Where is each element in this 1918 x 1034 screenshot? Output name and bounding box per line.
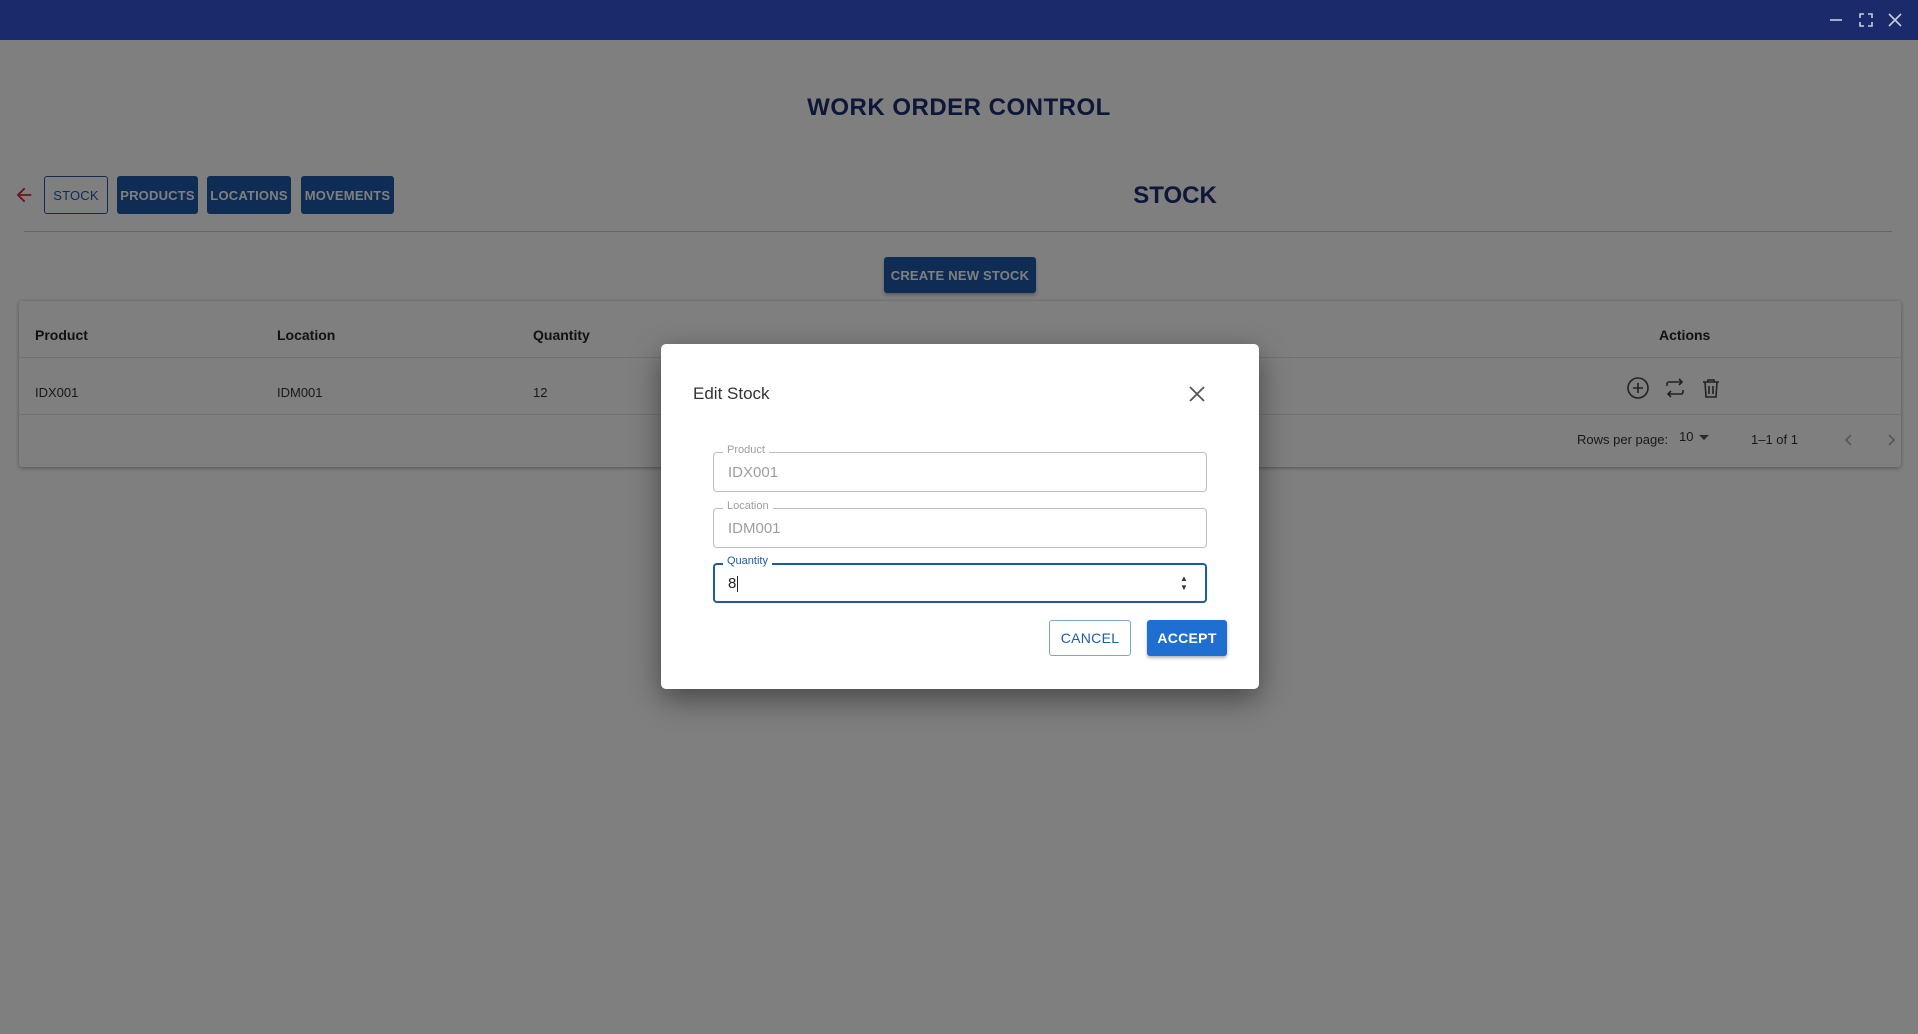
product-field-label: Product <box>723 444 769 456</box>
cancel-button[interactable]: CANCEL <box>1049 620 1131 656</box>
quantity-input-value: 8 <box>728 575 737 592</box>
product-field: Product IDX001 <box>713 444 1207 492</box>
maximize-icon[interactable] <box>1854 8 1878 32</box>
location-field: Location IDM001 <box>713 500 1207 548</box>
product-field-value: IDX001 <box>728 464 779 481</box>
location-field-label: Location <box>723 500 773 512</box>
quantity-field-label: Quantity <box>723 555 772 567</box>
minimize-icon[interactable] <box>1824 8 1848 32</box>
stepper-down-icon[interactable]: ▼ <box>1180 583 1188 592</box>
window-titlebar <box>0 0 1918 40</box>
close-icon[interactable] <box>1883 8 1907 32</box>
accept-button[interactable]: ACCEPT <box>1147 620 1227 656</box>
quantity-stepper[interactable]: ▲ ▼ <box>1177 573 1191 593</box>
quantity-input[interactable]: 8 <box>728 575 739 593</box>
text-caret <box>737 576 739 593</box>
quantity-field[interactable]: Quantity 8 ▲ ▼ <box>713 555 1207 603</box>
location-field-value: IDM001 <box>728 520 781 537</box>
dialog-title: Edit Stock <box>693 384 770 403</box>
close-icon[interactable] <box>1183 380 1211 408</box>
edit-stock-dialog: Edit Stock Product IDX001 Location IDM00… <box>661 344 1259 689</box>
stepper-up-icon[interactable]: ▲ <box>1180 574 1188 583</box>
